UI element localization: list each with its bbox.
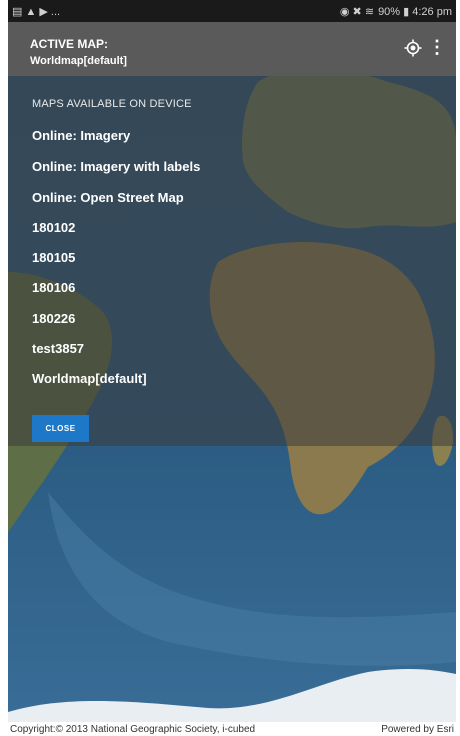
more-vert-icon[interactable]: ⋮ [428,37,446,58]
powered-by-text: Powered by Esri [381,723,454,735]
panel-heading: MAPS AVAILABLE ON DEVICE [32,98,192,110]
app-bar: ACTIVE MAP: Worldmap[default] ⋮ [8,22,456,76]
copyright-text: Copyright:© 2013 National Geographic Soc… [10,723,256,735]
map-option-180102[interactable]: 180102 [32,220,75,235]
map-option-180106[interactable]: 180106 [32,280,75,295]
map-option-online-imagery[interactable]: Online: Imagery [32,128,130,143]
maps-panel: MAPS AVAILABLE ON DEVICE Online: Imagery… [8,76,456,446]
active-map-label: ACTIVE MAP: [30,37,108,51]
active-map-name: Worldmap[default] [30,55,127,67]
notification-icons: ▤ ▲ ▶ ... [12,5,61,18]
device-frame: ▤ ▲ ▶ ... ◉ ✖ ≋ 90% ▮ 4:26 pm ACTIVE MAP… [8,0,456,736]
map-option-open-street-map[interactable]: Online: Open Street Map [32,190,184,205]
signal-icons: ◉ ✖ ≋ [339,5,375,18]
battery-time: 90% ▮ 4:26 pm [378,5,452,18]
map-option-online-imagery-labels[interactable]: Online: Imagery with labels [32,159,200,174]
locate-icon[interactable] [404,39,422,57]
map-option-test3857[interactable]: test3857 [32,341,84,356]
status-bar: ▤ ▲ ▶ ... ◉ ✖ ≋ 90% ▮ 4:26 pm [8,0,456,22]
map-option-180105[interactable]: 180105 [32,250,75,265]
map-option-worldmap-default[interactable]: Worldmap[default] [32,371,147,386]
close-button[interactable]: CLOSE [32,415,89,442]
map-option-180226[interactable]: 180226 [32,311,75,326]
map-attribution: Copyright:© 2013 National Geographic Soc… [8,722,456,736]
